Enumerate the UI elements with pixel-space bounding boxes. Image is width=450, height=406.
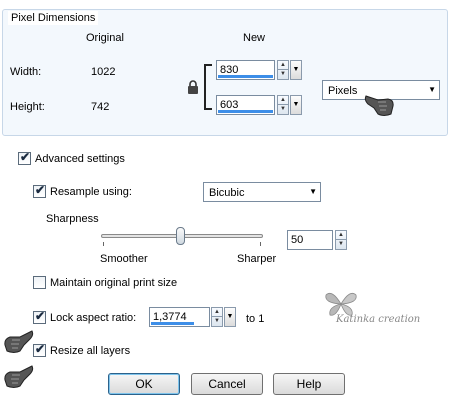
check-icon: ✔ xyxy=(35,342,46,356)
sharpness-value: 50 xyxy=(291,234,304,246)
spin-down-icon[interactable]: ▼ xyxy=(212,317,222,326)
pointing-hand-icon xyxy=(364,90,396,118)
new-column-header: New xyxy=(243,32,266,44)
aspect-ratio-spinner[interactable]: ▲ ▼ xyxy=(211,307,223,327)
height-spinner[interactable]: ▲ ▼ xyxy=(277,95,289,115)
height-original-value: 742 xyxy=(91,101,110,113)
slider-tick-min xyxy=(103,242,104,246)
height-new-input[interactable]: 603 xyxy=(216,95,275,115)
resize-all-layers-checkbox[interactable]: ✔ xyxy=(33,342,46,357)
help-button[interactable]: Help xyxy=(273,373,345,395)
advanced-settings-label: Advanced settings xyxy=(35,153,125,165)
sharpness-input[interactable]: 50 xyxy=(287,230,333,250)
maintain-print-size-checkbox[interactable] xyxy=(33,276,46,289)
cancel-button[interactable]: Cancel xyxy=(191,373,263,395)
resample-label: Resample using: xyxy=(50,186,132,198)
width-original-value: 1022 xyxy=(91,66,116,78)
sharpness-max-label: Sharper xyxy=(237,253,277,265)
aspect-to-label: to 1 xyxy=(246,313,265,325)
spin-up-icon[interactable]: ▲ xyxy=(278,96,288,105)
advanced-settings-checkbox[interactable]: ✔ xyxy=(18,150,31,165)
check-icon: ✔ xyxy=(35,309,46,323)
link-bracket xyxy=(204,64,212,110)
spin-down-icon[interactable]: ▼ xyxy=(336,240,346,249)
units-value: Pixels xyxy=(328,85,358,97)
lock-aspect-checkbox[interactable]: ✔ xyxy=(33,309,46,324)
check-icon: ✔ xyxy=(20,150,31,164)
sharpness-min-label: Smoother xyxy=(100,253,148,265)
sharpness-spinner[interactable]: ▲ ▼ xyxy=(335,230,347,250)
width-new-input[interactable]: 830 xyxy=(216,60,275,80)
resize-all-layers-label: Resize all layers xyxy=(50,345,131,357)
resample-method-select[interactable]: Bicubic ▼ xyxy=(203,182,321,202)
height-dropdown-button[interactable]: ▼ xyxy=(290,95,302,115)
width-label: Width: xyxy=(10,66,42,78)
sharpness-slider-thumb[interactable] xyxy=(176,227,185,245)
spin-down-icon[interactable]: ▼ xyxy=(278,70,288,79)
spin-up-icon[interactable]: ▲ xyxy=(336,231,346,240)
spin-up-icon[interactable]: ▲ xyxy=(212,308,222,317)
resample-checkbox[interactable]: ✔ xyxy=(33,183,46,198)
width-new-slider-bar xyxy=(218,75,273,78)
chevron-down-icon: ▼ xyxy=(309,187,317,196)
spin-down-icon[interactable]: ▼ xyxy=(278,105,288,114)
check-icon: ✔ xyxy=(35,183,46,197)
width-dropdown-button[interactable]: ▼ xyxy=(290,60,302,80)
lock-aspect-label: Lock aspect ratio: xyxy=(50,312,137,324)
watermark-text: Katinka creation xyxy=(336,314,421,325)
original-column-header: Original xyxy=(86,32,124,44)
spin-up-icon[interactable]: ▲ xyxy=(278,61,288,70)
width-spinner[interactable]: ▲ ▼ xyxy=(277,60,289,80)
lock-icon xyxy=(187,80,199,94)
pointing-hand-icon xyxy=(2,327,34,355)
height-new-slider-bar xyxy=(218,110,273,113)
pointing-hand-icon xyxy=(2,362,34,390)
aspect-ratio-bar xyxy=(151,322,194,325)
maintain-print-size-label: Maintain original print size xyxy=(50,277,178,289)
aspect-ratio-dropdown-button[interactable]: ▼ xyxy=(224,307,236,327)
height-label: Height: xyxy=(10,101,45,113)
ok-button[interactable]: OK xyxy=(108,373,180,395)
aspect-ratio-input[interactable]: 1,3774 xyxy=(149,307,210,327)
chevron-down-icon: ▼ xyxy=(428,85,436,94)
resample-method-value: Bicubic xyxy=(209,187,245,199)
sharpness-label: Sharpness xyxy=(46,213,99,225)
slider-tick-max xyxy=(260,242,261,246)
pixel-dimensions-label: Pixel Dimensions xyxy=(8,11,99,25)
